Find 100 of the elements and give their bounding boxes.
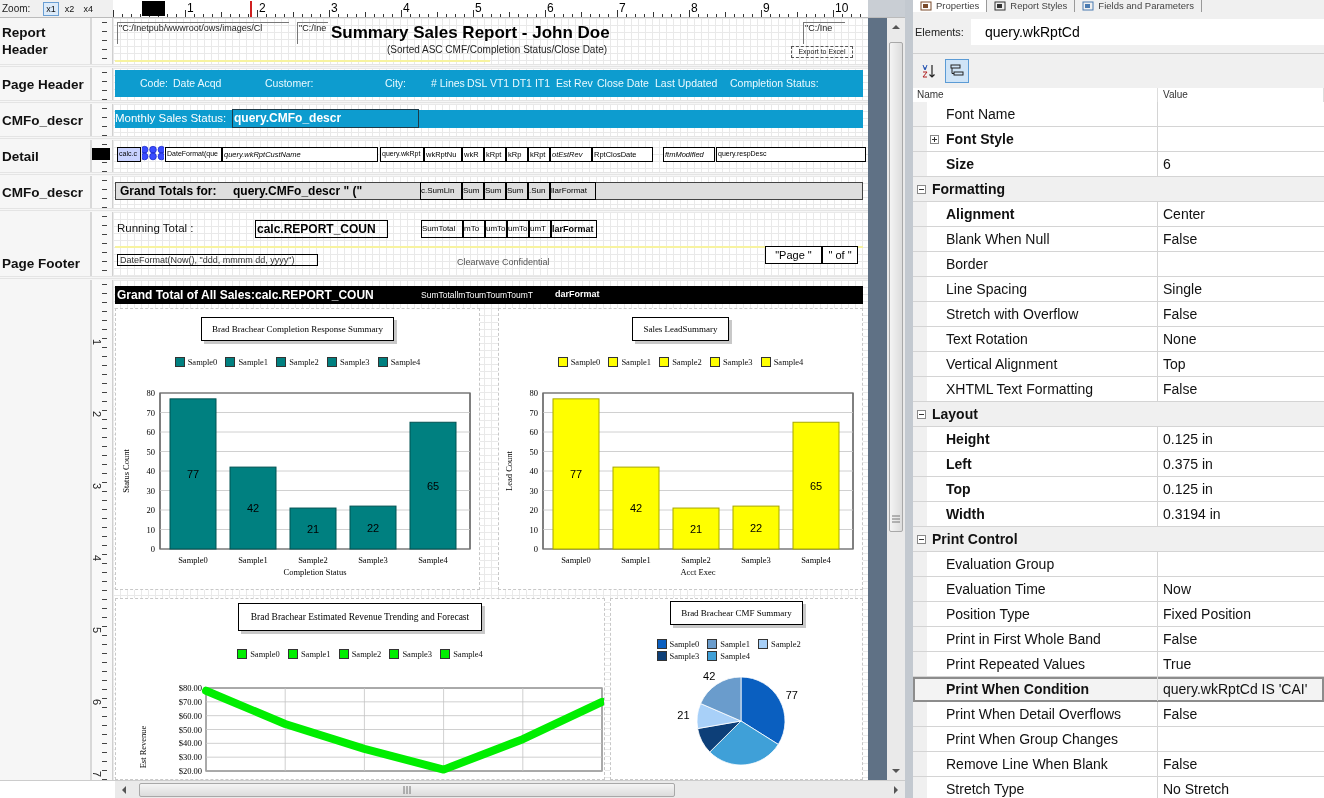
property-row[interactable]: Blank When Null False bbox=[913, 227, 1324, 252]
property-value[interactable]: Now bbox=[1158, 581, 1324, 597]
sum-field[interactable]: umTo bbox=[485, 220, 507, 238]
property-value[interactable]: None bbox=[1158, 331, 1324, 347]
scroll-up-icon[interactable] bbox=[891, 22, 901, 32]
property-value[interactable]: 0.3194 in bbox=[1158, 506, 1324, 522]
property-row[interactable]: Height 0.125 in bbox=[913, 427, 1324, 452]
margin-marker[interactable] bbox=[142, 1, 165, 16]
sum-field[interactable]: llarFormat bbox=[550, 182, 596, 200]
elements-field[interactable]: query.wkRptCd bbox=[971, 19, 1324, 45]
collapse-icon[interactable] bbox=[917, 184, 926, 194]
total-label[interactable]: query.CMFo_descr " (" bbox=[231, 182, 415, 200]
property-value[interactable]: False bbox=[1158, 231, 1324, 247]
panel-tab[interactable]: Report Styles bbox=[987, 0, 1076, 12]
property-value[interactable]: False bbox=[1158, 756, 1324, 772]
chart-panel[interactable]: Brad Brachear CMF Summary Sample0 Sample1 Sample2 Sample3 Sample4 77 42 21 bbox=[610, 598, 863, 780]
label-text[interactable]: Running Total : bbox=[117, 222, 194, 234]
category-row[interactable]: Formatting bbox=[913, 177, 1324, 202]
property-row[interactable]: Width 0.3194 in bbox=[913, 502, 1324, 527]
panel-tab[interactable]: Fields and Parameters bbox=[1075, 0, 1202, 12]
property-value[interactable]: 0.125 in bbox=[1158, 431, 1324, 447]
sum-field[interactable]: mTo bbox=[463, 220, 485, 238]
property-value[interactable]: 6 bbox=[1158, 156, 1324, 172]
page-number-field[interactable]: "Page " bbox=[765, 246, 822, 264]
image-path-field[interactable]: "C:/Inetpub/wwwroot/ows/images/Cl bbox=[117, 22, 289, 44]
expand-icon[interactable] bbox=[930, 135, 939, 144]
property-row[interactable]: Alignment Center bbox=[913, 202, 1324, 227]
zoom-button[interactable]: x4 bbox=[80, 1, 96, 16]
scrollbar-thumb[interactable] bbox=[139, 782, 675, 797]
property-value[interactable]: Single bbox=[1158, 281, 1324, 297]
report-subtitle[interactable]: (Sorted ASC CMF/Completion Status/Close Date) bbox=[387, 44, 632, 58]
selection-handles-icon[interactable] bbox=[142, 145, 164, 162]
property-value[interactable]: False bbox=[1158, 381, 1324, 397]
property-value[interactable]: No Stretch bbox=[1158, 781, 1324, 797]
property-value[interactable]: True bbox=[1158, 656, 1324, 672]
total-field[interactable]: calc.REPORT_COUN bbox=[255, 220, 388, 238]
total-label[interactable]: Grand Totals for: bbox=[118, 182, 231, 200]
chart-panel[interactable]: Brad Brachear Estimated Revenue Trending and Forecast Sample0 Sample1 Sample2 Sample3 Sample4 $20.00 $30.00 $40.00 $50.00 $60.00 $70.00 $80.00 Est Revenue bbox=[115, 598, 605, 780]
sum-field[interactable]: .Sun bbox=[528, 182, 550, 200]
property-value[interactable]: False bbox=[1158, 706, 1324, 722]
property-value[interactable]: 0.375 in bbox=[1158, 456, 1324, 472]
property-row[interactable]: Print When Detail Overflows False bbox=[913, 702, 1324, 727]
property-value[interactable]: False bbox=[1158, 631, 1324, 647]
collapse-icon[interactable] bbox=[917, 534, 926, 544]
property-value[interactable]: Top bbox=[1158, 356, 1324, 372]
property-row[interactable]: Border bbox=[913, 252, 1324, 277]
property-value[interactable]: 0.125 in bbox=[1158, 481, 1324, 497]
sum-field[interactable]: SumTotal bbox=[421, 220, 463, 238]
scrollbar-thumb[interactable] bbox=[889, 42, 903, 532]
sum-field[interactable]: Sum bbox=[462, 182, 484, 200]
panel-tab[interactable]: Properties bbox=[913, 0, 988, 12]
chart-panel[interactable]: Sales LeadSummary Sample0 Sample1 Sample2 Sample3 Sample4 0 10 20 30 40 50 60 70 80 77 42 21 22 65 Sample0 Sample1 Sample2 Sample3 Sample4 Acct Exec Lead Count bbox=[498, 308, 863, 590]
property-row[interactable]: Stretch with Overflow False bbox=[913, 302, 1324, 327]
chart-panel[interactable]: Brad Brachear Completion Response Summary Sample0 Sample1 Sample2 Sample3 Sample4 0 10 20 30 40 50 60 70 80 77 42 21 22 65 Sample0 Sample1 Sample2 Sample3 Sample4 Completion Status Status Count bbox=[115, 308, 480, 590]
image-path-field[interactable]: "C:/Ine bbox=[297, 22, 328, 44]
property-row[interactable]: Line Spacing Single bbox=[913, 277, 1324, 302]
collapse-icon[interactable] bbox=[917, 409, 926, 419]
image-path-field[interactable]: "C:/Ine bbox=[803, 22, 845, 44]
sum-field[interactable]: Sum bbox=[484, 182, 506, 200]
footer-text[interactable]: Clearwave Confidential bbox=[457, 257, 550, 267]
category-row[interactable]: Print Control bbox=[913, 527, 1324, 552]
zoom-button[interactable]: x2 bbox=[61, 1, 78, 16]
sum-field[interactable]: larFormat bbox=[551, 220, 597, 238]
property-row[interactable]: Font Style bbox=[913, 127, 1324, 152]
property-row[interactable]: Evaluation Time Now bbox=[913, 577, 1324, 602]
page-number-field[interactable]: " of " bbox=[822, 246, 858, 264]
sum-field[interactable]: umT bbox=[529, 220, 551, 238]
property-row[interactable]: Font Name bbox=[913, 102, 1324, 127]
categorized-button[interactable] bbox=[945, 59, 969, 83]
horizontal-scrollbar[interactable] bbox=[0, 780, 905, 798]
sum-field[interactable]: darFormat bbox=[555, 289, 600, 299]
report-title[interactable]: Summary Sales Report - John Doe bbox=[331, 23, 661, 45]
property-row[interactable]: Print When Condition query.wkRptCd IS 'CAI' bbox=[913, 677, 1324, 702]
scroll-right-icon[interactable] bbox=[891, 784, 901, 795]
scroll-down-icon[interactable] bbox=[891, 766, 901, 776]
property-row[interactable]: Text Rotation None bbox=[913, 327, 1324, 352]
total-label[interactable]: Grand Total of All Sales:calc.REPORT_COUN bbox=[117, 288, 374, 302]
vertical-scrollbar[interactable] bbox=[887, 18, 905, 780]
sum-field[interactable]: umTo bbox=[507, 220, 529, 238]
property-row[interactable]: Vertical Alignment Top bbox=[913, 352, 1324, 377]
property-row[interactable]: XHTML Text Formatting False bbox=[913, 377, 1324, 402]
property-row[interactable]: Left 0.375 in bbox=[913, 452, 1324, 477]
zoom-button[interactable]: x1 bbox=[43, 1, 59, 16]
property-row[interactable]: Evaluation Group bbox=[913, 552, 1324, 577]
property-row[interactable]: Print in First Whole Band False bbox=[913, 627, 1324, 652]
property-value[interactable]: False bbox=[1158, 306, 1324, 322]
sum-field[interactable]: c.SumLin bbox=[420, 182, 462, 200]
property-row[interactable]: Print Repeated Values True bbox=[913, 652, 1324, 677]
property-row[interactable]: Position Type Fixed Position bbox=[913, 602, 1324, 627]
date-field[interactable]: DateFormat(Now(), "ddd, mmmm dd, yyyy") bbox=[117, 254, 318, 266]
property-value[interactable]: query.wkRptCd IS 'CAI' bbox=[1158, 681, 1324, 697]
sum-field[interactable]: Sum bbox=[506, 182, 528, 200]
property-row[interactable]: Top 0.125 in bbox=[913, 477, 1324, 502]
property-row[interactable]: Print When Group Changes bbox=[913, 727, 1324, 752]
sum-field[interactable]: SumTotallmToumToumToumT bbox=[421, 290, 533, 300]
category-row[interactable]: Layout bbox=[913, 402, 1324, 427]
property-row[interactable]: Size 6 bbox=[913, 152, 1324, 177]
property-row[interactable]: Remove Line When Blank False bbox=[913, 752, 1324, 777]
property-value[interactable]: Fixed Position bbox=[1158, 606, 1324, 622]
property-value[interactable]: Center bbox=[1158, 206, 1324, 222]
